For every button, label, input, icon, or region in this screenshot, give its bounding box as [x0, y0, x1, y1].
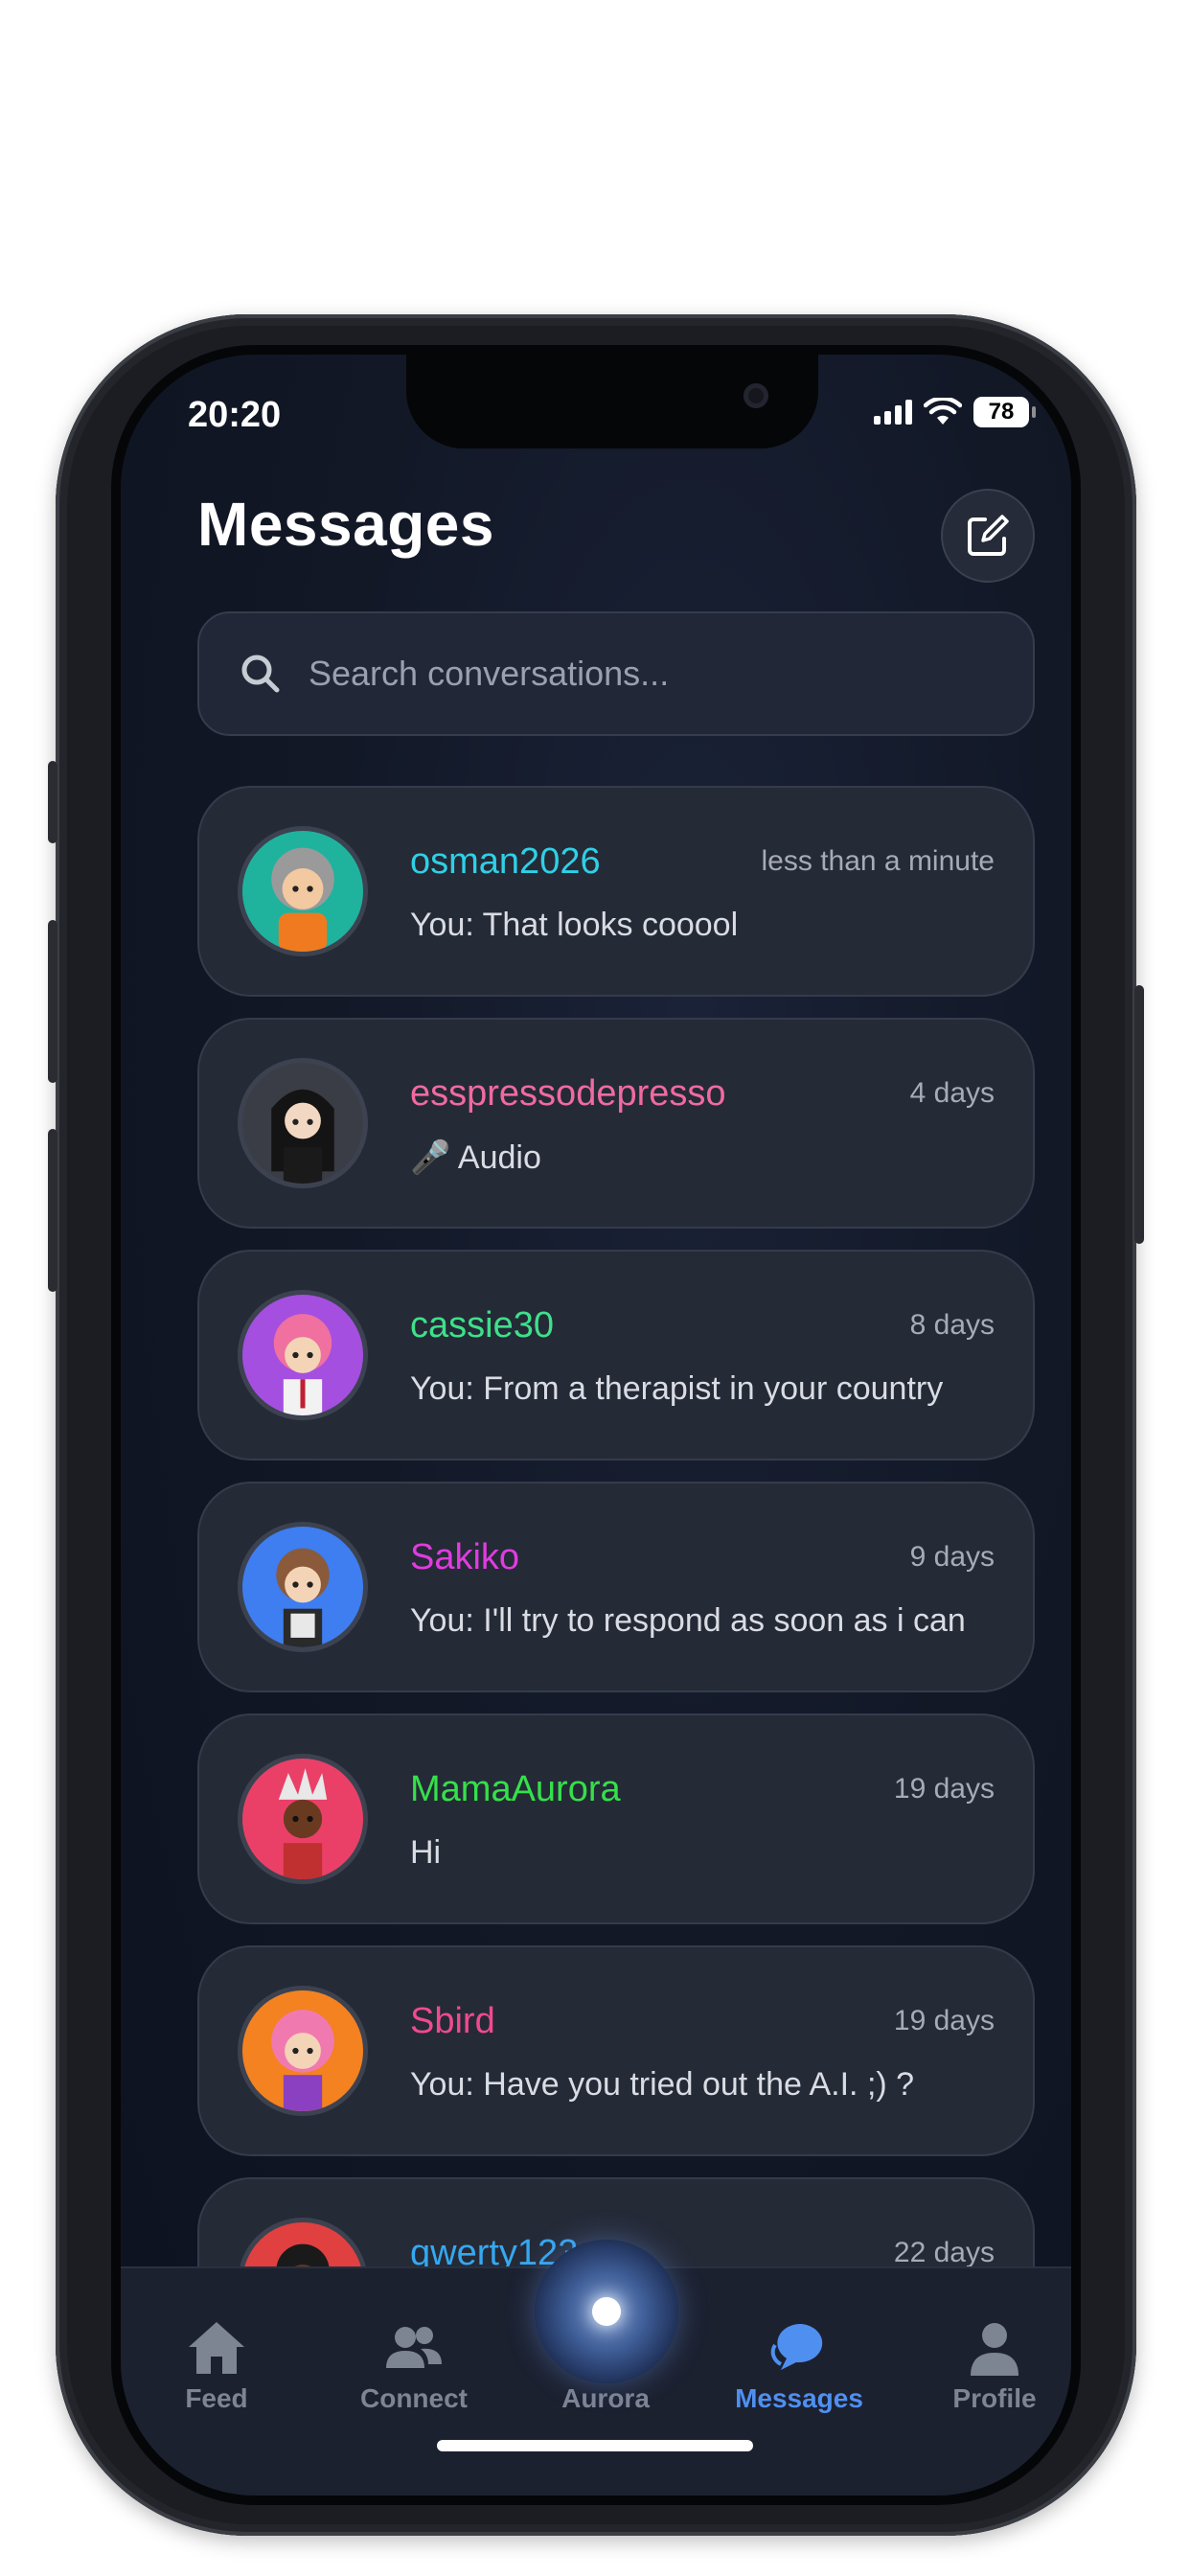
conversation-name: Sakiko [410, 1537, 520, 1577]
screen: 20:20 78 Messages Search conversations..… [121, 355, 1071, 2496]
tab-label: Feed [185, 2383, 248, 2413]
conversation-preview: You: From a therapist in your country [410, 1370, 944, 1407]
aurora-orb-icon[interactable] [535, 2240, 678, 2383]
battery-indicator: 78 [973, 397, 1036, 427]
conversation-item[interactable]: esspressodepresso 4 days 🎤 Audio [197, 1018, 1035, 1229]
front-camera [744, 383, 768, 408]
tab-feed[interactable]: Feed [130, 2316, 303, 2414]
home-indicator[interactable] [437, 2440, 753, 2451]
conversation-time: 19 days [893, 1773, 995, 1805]
conversation-preview: You: That looks cooool [410, 907, 739, 943]
person-icon [971, 2323, 1018, 2376]
conversation-item[interactable]: Sbird 19 days You: Have you tried out th… [197, 1945, 1035, 2156]
conversation-name: esspressodepresso [410, 1073, 726, 1114]
tab-label: Aurora [561, 2383, 650, 2413]
tab-label: Messages [735, 2383, 863, 2413]
avatar [238, 1754, 368, 1884]
search-input[interactable] [307, 653, 981, 695]
conversation-item[interactable]: osman2026 less than a minute You: That l… [197, 786, 1035, 997]
conversation-time: 4 days [909, 1077, 995, 1109]
conversation-name: Sbird [410, 2001, 495, 2041]
conversation-item[interactable]: cassie30 8 days You: From a therapist in… [197, 1250, 1035, 1460]
conversation-item[interactable]: MamaAurora 19 days Hi [197, 1714, 1035, 1924]
conversation-name: osman2026 [410, 841, 601, 882]
avatar [238, 1522, 368, 1652]
conversation-time: 19 days [893, 2005, 995, 2036]
cellular-signal-icon [874, 400, 912, 425]
compose-button[interactable] [941, 489, 1035, 583]
tab-label: Profile [952, 2383, 1037, 2413]
tab-bar: Feed Connect Aurora Messages Profile [121, 2240, 1071, 2496]
conversation-preview: Hi [410, 1834, 442, 1871]
conversation-time: 22 days [893, 2237, 995, 2268]
conversation-preview: 🎤 Audio [410, 1139, 541, 1176]
conversation-preview: You: I'll try to respond as soon as i ca… [410, 1602, 966, 1639]
conversation-time: 8 days [909, 1309, 995, 1341]
page-title: Messages [197, 490, 494, 559]
conversation-name: cassie30 [410, 1305, 554, 1346]
power-button [1134, 985, 1144, 1244]
people-icon [386, 2327, 442, 2368]
tab-profile[interactable]: Profile [908, 2316, 1071, 2414]
avatar [238, 826, 368, 956]
tab-label: Connect [360, 2383, 468, 2413]
status-time: 20:20 [188, 395, 282, 435]
search-icon [241, 655, 280, 693]
phone-frame: 20:20 78 Messages Search conversations..… [48, 314, 1144, 2536]
tab-messages[interactable]: Messages [713, 2316, 885, 2414]
bezel: 20:20 78 Messages Search conversations..… [111, 345, 1081, 2505]
avatar [238, 1058, 368, 1188]
conversation-preview: You: Have you tried out the A.I. ;) ? [410, 2066, 915, 2103]
compose-icon [968, 515, 1009, 556]
conversation-time: less than a minute [761, 845, 995, 877]
orb-core [592, 2297, 621, 2326]
conversation-item[interactable]: Sakiko 9 days You: I'll try to respond a… [197, 1482, 1035, 1692]
conversation-time: 9 days [909, 1541, 995, 1573]
search-bar[interactable] [197, 611, 1035, 736]
tab-connect[interactable]: Connect [328, 2316, 500, 2414]
volume-down-button [48, 1129, 57, 1292]
status-indicators: 78 [874, 393, 1036, 431]
wifi-icon [924, 398, 962, 425]
conversation-name: MamaAurora [410, 1769, 621, 1809]
dynamic-island [406, 355, 818, 448]
avatar [238, 1986, 368, 2116]
volume-up-button [48, 920, 57, 1083]
home-icon [189, 2322, 244, 2374]
avatar [238, 1290, 368, 1420]
mute-switch [48, 761, 57, 843]
chat-bubble-icon [770, 2323, 823, 2370]
